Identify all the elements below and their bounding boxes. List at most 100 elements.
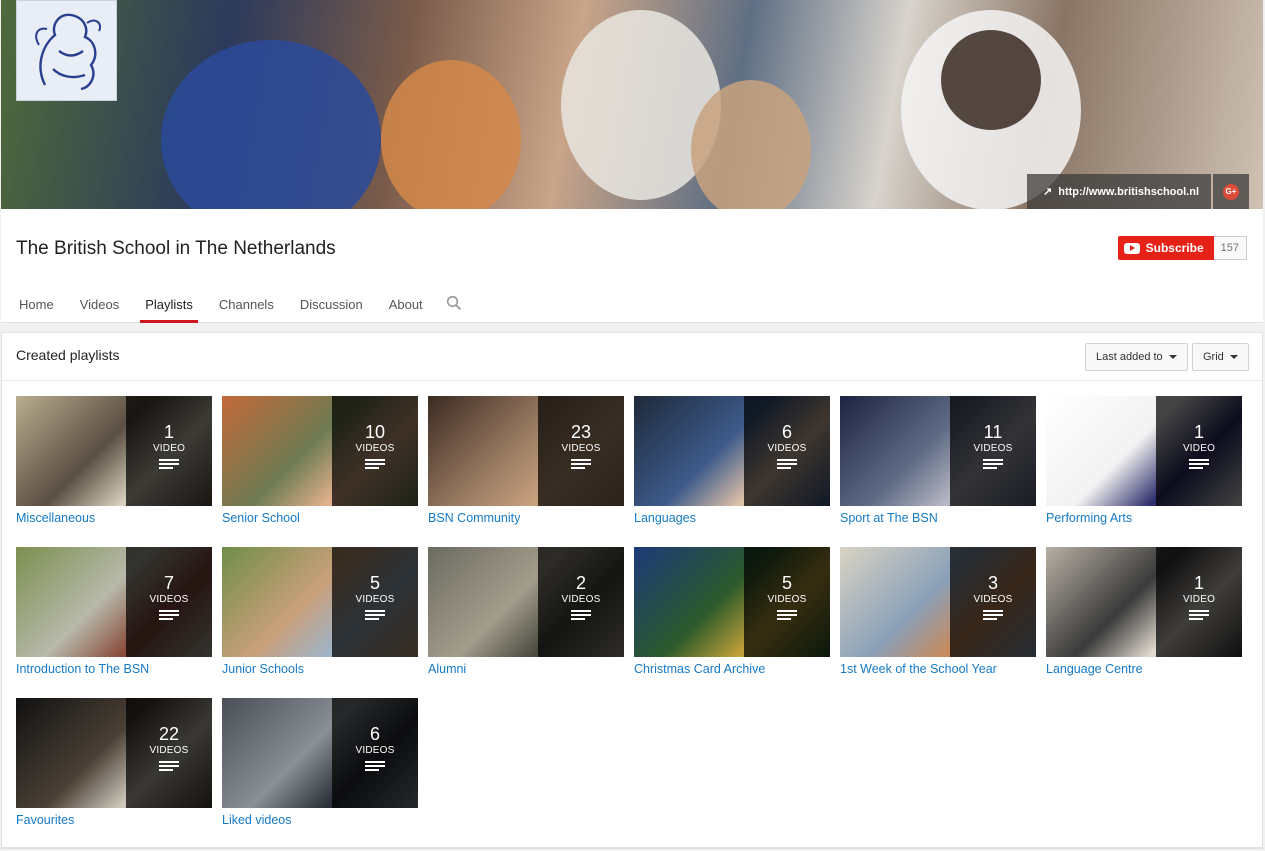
playlist-thumbnail[interactable]: 22 VIDEOS: [16, 698, 212, 808]
playlist-video-label: VIDEO: [1182, 594, 1216, 605]
playlist-title[interactable]: Senior School: [222, 511, 418, 525]
playlist-card: 7 VIDEOS Introduction to The BSN: [16, 547, 212, 698]
playlist-thumbnail[interactable]: 7 VIDEOS: [16, 547, 212, 657]
playlist-title[interactable]: Junior Schools: [222, 662, 418, 676]
tab-videos[interactable]: Videos: [67, 285, 133, 323]
playlist-icon: [983, 610, 1003, 620]
playlist-thumbnail[interactable]: 1 VIDEO: [1046, 396, 1242, 506]
playlist-video-label: VIDEOS: [561, 594, 601, 605]
caret-down-icon: [1168, 355, 1177, 359]
playlist-title[interactable]: Favourites: [16, 813, 212, 827]
playlist-card: 10 VIDEOS Senior School: [222, 396, 418, 547]
playlist-icon: [159, 459, 179, 469]
playlist-count-overlay: 11 VIDEOS: [950, 396, 1036, 506]
playlist-count-overlay: 3 VIDEOS: [950, 547, 1036, 657]
tab-home[interactable]: Home: [6, 285, 67, 323]
view-dropdown-label: Grid: [1203, 351, 1224, 363]
channel-header: The British School in The Netherlands Su…: [1, 209, 1263, 323]
tab-about[interactable]: About: [376, 285, 436, 323]
playlist-video-count: 10: [364, 422, 386, 442]
website-link[interactable]: ↗ http://www.britishschool.nl: [1027, 174, 1211, 209]
playlist-icon: [983, 459, 1003, 469]
playlist-title[interactable]: Language Centre: [1046, 662, 1242, 676]
playlist-video-count: 5: [369, 573, 380, 593]
playlist-title[interactable]: Introduction to The BSN: [16, 662, 212, 676]
playlist-title[interactable]: Liked videos: [222, 813, 418, 827]
playlist-title[interactable]: Performing Arts: [1046, 511, 1242, 525]
playlist-thumbnail[interactable]: 1 VIDEO: [1046, 547, 1242, 657]
sort-dropdown[interactable]: Last added to: [1085, 343, 1188, 371]
google-plus-link[interactable]: G+: [1213, 174, 1249, 209]
playlist-card: 1 VIDEO Language Centre: [1046, 547, 1242, 698]
lion-crest-logo[interactable]: [16, 0, 117, 101]
playlist-title[interactable]: Sport at The BSN: [840, 511, 1036, 525]
playlist-video-label: VIDEOS: [355, 745, 395, 756]
playlist-count-overlay: 2 VIDEOS: [538, 547, 624, 657]
playlist-video-count: 2: [575, 573, 586, 593]
view-dropdown[interactable]: Grid: [1192, 343, 1249, 371]
channel-banner: ↗ http://www.britishschool.nl G+: [1, 0, 1263, 209]
youtube-icon: [1123, 242, 1140, 254]
playlist-count-overlay: 7 VIDEOS: [126, 547, 212, 657]
playlist-thumbnail[interactable]: 23 VIDEOS: [428, 396, 624, 506]
playlist-count-overlay: 1 VIDEO: [1156, 547, 1242, 657]
tab-channels[interactable]: Channels: [206, 285, 287, 323]
channel-search-button[interactable]: [436, 285, 472, 323]
playlist-title[interactable]: Christmas Card Archive: [634, 662, 830, 676]
playlist-card: 11 VIDEOS Sport at The BSN: [840, 396, 1036, 547]
playlist-card: 23 VIDEOS BSN Community: [428, 396, 624, 547]
playlist-video-count: 1: [1193, 422, 1204, 442]
playlist-icon: [159, 610, 179, 620]
playlist-count-overlay: 5 VIDEOS: [744, 547, 830, 657]
link-arrow-icon: ↗: [1043, 186, 1053, 198]
playlist-video-label: VIDEOS: [767, 594, 807, 605]
playlist-card: 2 VIDEOS Alumni: [428, 547, 624, 698]
playlist-video-count: 23: [570, 422, 592, 442]
playlist-thumbnail[interactable]: 5 VIDEOS: [634, 547, 830, 657]
playlist-thumbnail[interactable]: 2 VIDEOS: [428, 547, 624, 657]
playlist-card: 5 VIDEOS Christmas Card Archive: [634, 547, 830, 698]
playlist-card: 5 VIDEOS Junior Schools: [222, 547, 418, 698]
playlist-thumbnail[interactable]: 6 VIDEOS: [222, 698, 418, 808]
playlist-count-overlay: 23 VIDEOS: [538, 396, 624, 506]
playlist-thumbnail[interactable]: 3 VIDEOS: [840, 547, 1036, 657]
playlist-video-count: 11: [983, 422, 1003, 442]
banner-photo-region: [941, 30, 1041, 130]
playlist-count-overlay: 6 VIDEOS: [332, 698, 418, 808]
playlist-card: 22 VIDEOS Favourites: [16, 698, 212, 849]
playlist-count-overlay: 1 VIDEO: [1156, 396, 1242, 506]
playlist-video-count: 22: [158, 724, 180, 744]
website-link-text: http://www.britishschool.nl: [1058, 185, 1199, 198]
playlist-title[interactable]: Languages: [634, 511, 830, 525]
playlist-thumbnail[interactable]: 1 VIDEO: [16, 396, 212, 506]
playlist-video-label: VIDEOS: [973, 594, 1013, 605]
playlist-card: 6 VIDEOS Liked videos: [222, 698, 418, 849]
playlist-title[interactable]: BSN Community: [428, 511, 624, 525]
playlist-thumbnail[interactable]: 11 VIDEOS: [840, 396, 1036, 506]
playlist-card: 1 VIDEO Performing Arts: [1046, 396, 1242, 547]
playlist-video-label: VIDEOS: [355, 443, 395, 454]
playlist-title[interactable]: Miscellaneous: [16, 511, 212, 525]
playlist-title[interactable]: 1st Week of the School Year: [840, 662, 1036, 676]
playlist-icon: [1189, 459, 1209, 469]
playlist-video-count: 1: [1193, 573, 1204, 593]
playlist-title[interactable]: Alumni: [428, 662, 624, 676]
playlist-count-overlay: 1 VIDEO: [126, 396, 212, 506]
playlist-thumbnail[interactable]: 6 VIDEOS: [634, 396, 830, 506]
tab-playlists[interactable]: Playlists: [132, 285, 206, 323]
playlist-grid: 1 VIDEO Miscellaneous 10 VIDEOS Senior S…: [16, 396, 1242, 849]
playlist-video-count: 1: [163, 422, 174, 442]
playlist-video-label: VIDEOS: [561, 443, 601, 454]
playlist-card: 6 VIDEOS Languages: [634, 396, 830, 547]
banner-photo-region: [381, 60, 521, 209]
playlist-video-count: 5: [781, 573, 792, 593]
channel-title[interactable]: The British School in The Netherlands: [16, 238, 336, 260]
playlist-icon: [159, 761, 179, 771]
subscribe-control: Subscribe 157: [1117, 236, 1247, 260]
playlist-thumbnail[interactable]: 10 VIDEOS: [222, 396, 418, 506]
playlist-thumbnail[interactable]: 5 VIDEOS: [222, 547, 418, 657]
playlist-video-label: VIDEOS: [149, 594, 189, 605]
subscribe-button[interactable]: Subscribe: [1117, 236, 1214, 260]
tab-discussion[interactable]: Discussion: [287, 285, 376, 323]
playlist-video-count: 7: [163, 573, 174, 593]
